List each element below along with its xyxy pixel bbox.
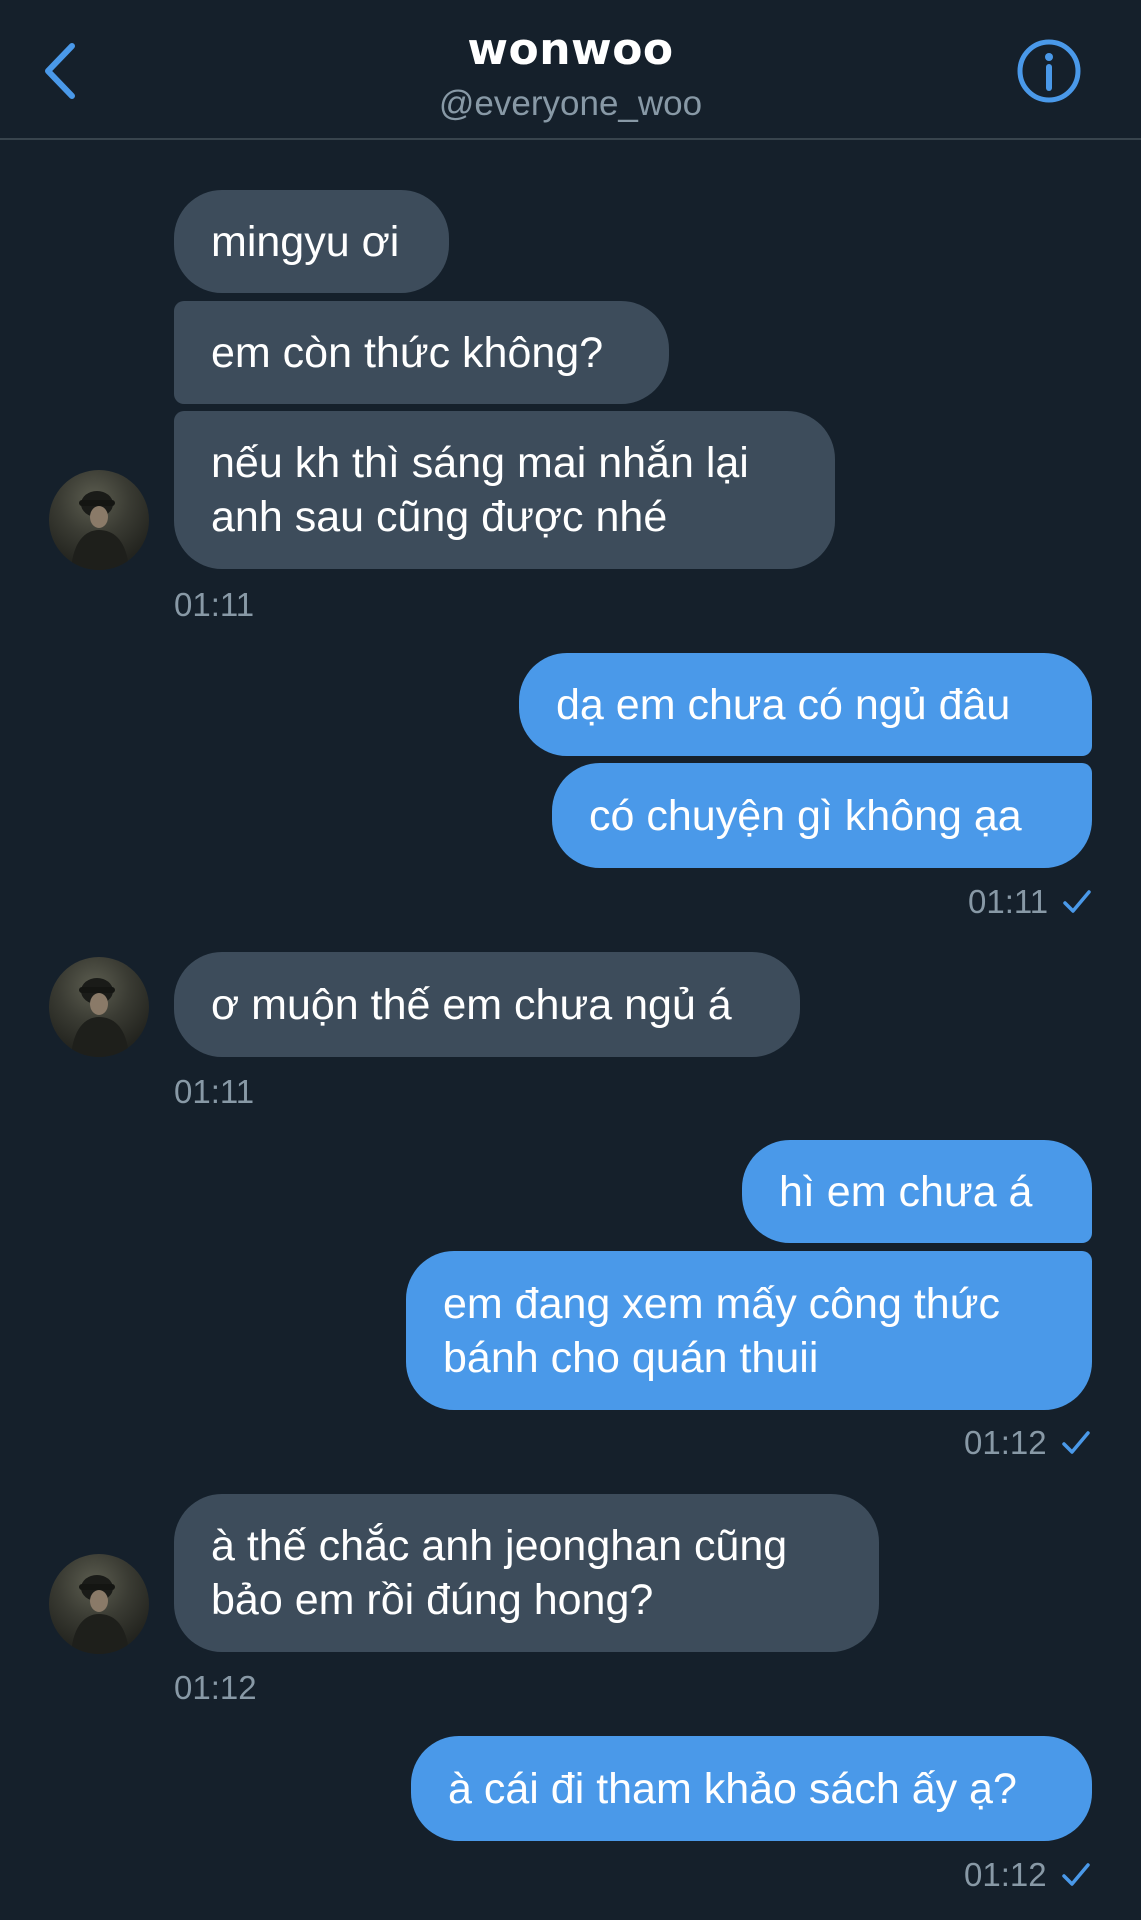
message-text: em đang xem mấy công thức bánh cho quán … — [443, 1279, 1000, 1382]
message-timestamp: 01:12 — [174, 1669, 257, 1706]
person-photo-icon — [71, 978, 129, 1057]
read-check-icon — [1063, 890, 1091, 913]
message-timestamp: 01:11 — [174, 1073, 255, 1110]
message-text: nếu kh thì sáng mai nhắn lại anh sau cũn… — [211, 439, 749, 541]
sent-message-bubble[interactable]: à cái đi tham khảo sách ấy ạ? — [411, 1736, 1092, 1841]
message-text: có chuyện gì không ạa — [589, 791, 1022, 840]
message-text: à cái đi tham khảo sách ấy ạ? — [448, 1764, 1017, 1813]
sender-avatar[interactable] — [49, 1554, 149, 1654]
info-circle-icon — [1017, 39, 1081, 103]
message-text: em còn thức không? — [211, 328, 604, 377]
sent-message-bubble[interactable]: em đang xem mấy công thức bánh cho quán … — [406, 1251, 1092, 1410]
received-message-bubble[interactable]: em còn thức không? — [174, 301, 669, 404]
conversation-title[interactable]: wonwoo — [0, 24, 1141, 75]
info-button[interactable] — [1016, 38, 1082, 104]
message-timestamp: 01:11 — [174, 586, 255, 623]
sender-avatar[interactable] — [49, 957, 149, 1057]
received-message-bubble[interactable]: ơ muộn thế em chưa ngủ á — [174, 952, 800, 1057]
received-message-bubble[interactable]: mingyu ơi — [174, 190, 449, 293]
message-text: hì em chưa á — [779, 1167, 1033, 1216]
message-timestamp: 01:12 — [964, 1856, 1091, 1894]
person-photo-icon — [71, 1575, 129, 1654]
sender-avatar[interactable] — [49, 470, 149, 570]
read-check-icon — [1061, 1431, 1090, 1454]
person-photo-icon — [71, 491, 129, 570]
message-text: mingyu ơi — [211, 217, 400, 266]
message-text: à thế chắc anh jeonghan cũng bảo em rồi … — [211, 1522, 788, 1624]
message-text: dạ em chưa có ngủ đâu — [556, 680, 1011, 729]
message-text: ơ muộn thế em chưa ngủ á — [211, 980, 732, 1029]
message-timestamp: 01:11 — [968, 883, 1092, 921]
sent-message-bubble[interactable]: có chuyện gì không ạa — [552, 763, 1092, 868]
sent-message-bubble[interactable]: hì em chưa á — [742, 1140, 1092, 1243]
received-message-bubble[interactable]: à thế chắc anh jeonghan cũng bảo em rồi … — [174, 1494, 879, 1652]
conversation-handle[interactable]: @everyone_woo — [0, 84, 1141, 124]
read-check-icon — [1061, 1863, 1090, 1886]
sent-message-bubble[interactable]: dạ em chưa có ngủ đâu — [519, 653, 1092, 756]
conversation-header: wonwoo @everyone_woo — [0, 0, 1141, 140]
message-timestamp: 01:12 — [964, 1424, 1091, 1462]
received-message-bubble[interactable]: nếu kh thì sáng mai nhắn lại anh sau cũn… — [174, 411, 835, 569]
